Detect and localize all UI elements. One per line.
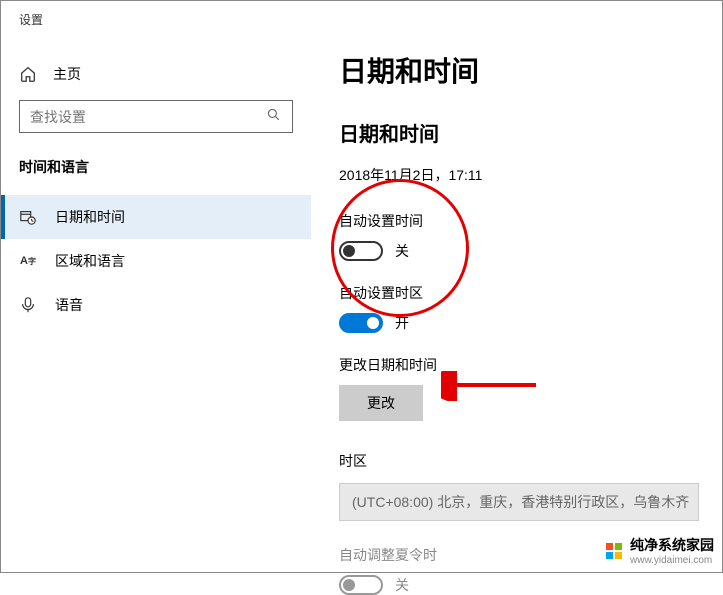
auto-tz-toggle[interactable] xyxy=(339,313,383,333)
sidebar-item-label: 日期和时间 xyxy=(55,207,125,227)
sidebar-item-region[interactable]: A字 区域和语言 xyxy=(19,239,293,283)
current-datetime: 2018年11月2日，17:11 xyxy=(339,165,722,185)
watermark: 纯净系统家园 www.yidaimei.com xyxy=(604,535,714,566)
dst-toggle xyxy=(339,575,383,595)
auto-time-state: 关 xyxy=(395,241,409,261)
search-icon xyxy=(266,107,282,126)
dst-state: 关 xyxy=(395,575,409,595)
watermark-title: 纯净系统家园 xyxy=(630,535,714,555)
watermark-url: www.yidaimei.com xyxy=(630,555,714,566)
calendar-clock-icon xyxy=(19,208,37,226)
sidebar-item-label: 区域和语言 xyxy=(55,251,125,271)
sidebar: 主页 时间和语言 日期和时间 A字 区域和语言 语音 xyxy=(1,28,311,569)
home-icon xyxy=(19,65,37,83)
sidebar-section-label: 时间和语言 xyxy=(19,157,293,177)
auto-time-label: 自动设置时间 xyxy=(339,211,722,231)
watermark-logo-icon xyxy=(604,541,624,561)
sidebar-item-datetime[interactable]: 日期和时间 xyxy=(1,195,311,239)
timezone-select[interactable]: (UTC+08:00) 北京，重庆，香港特别行政区，乌鲁木齐 xyxy=(339,483,699,521)
section-title-datetime: 日期和时间 xyxy=(339,118,722,147)
search-box[interactable] xyxy=(19,100,293,133)
change-datetime-button[interactable]: 更改 xyxy=(339,385,423,421)
window-title: 设置 xyxy=(1,1,722,28)
auto-tz-state: 开 xyxy=(395,313,409,333)
microphone-icon xyxy=(19,296,37,314)
timezone-label: 时区 xyxy=(339,451,722,471)
change-datetime-label: 更改日期和时间 xyxy=(339,355,722,375)
home-link[interactable]: 主页 xyxy=(19,58,293,100)
language-icon: A字 xyxy=(19,252,37,270)
sidebar-item-label: 语音 xyxy=(55,295,83,315)
auto-time-toggle[interactable] xyxy=(339,241,383,261)
auto-tz-label: 自动设置时区 xyxy=(339,283,722,303)
home-label: 主页 xyxy=(53,64,81,84)
search-input[interactable] xyxy=(30,109,266,125)
page-title: 日期和时间 xyxy=(339,50,722,90)
main-content: 日期和时间 日期和时间 2018年11月2日，17:11 自动设置时间 关 自动… xyxy=(311,28,722,569)
sidebar-item-speech[interactable]: 语音 xyxy=(19,283,293,327)
